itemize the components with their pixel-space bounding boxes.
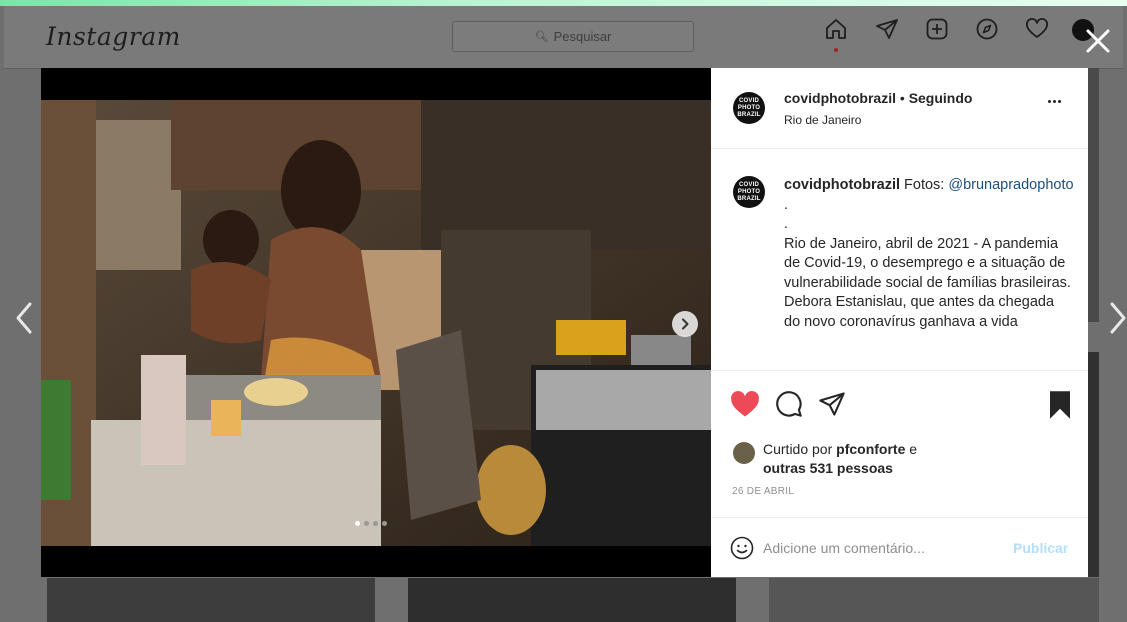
more-options-icon[interactable]	[1048, 100, 1068, 106]
close-icon[interactable]	[1083, 26, 1113, 56]
comment-bar: Adicione um comentário... Publicar	[711, 517, 1088, 578]
carousel-indicator	[355, 521, 387, 526]
likes-text: Curtido por pfconforte e outras 531 pess…	[763, 440, 1083, 478]
author-username[interactable]: covidphotobrazil	[784, 90, 896, 106]
post-date[interactable]: 26 DE ABRIL	[732, 486, 794, 497]
like-heart-icon[interactable]	[730, 390, 760, 418]
search-icon: 🔍︎	[534, 31, 549, 43]
carousel-next-button[interactable]	[672, 311, 698, 337]
instagram-logo[interactable]: Instagram	[46, 22, 181, 51]
grid-tile[interactable]	[1088, 352, 1099, 577]
post-image	[41, 100, 711, 546]
explore-icon[interactable]	[975, 17, 999, 41]
carousel-dot	[364, 521, 369, 526]
publish-button[interactable]: Publicar	[1013, 540, 1068, 556]
carousel-dot	[373, 521, 378, 526]
caption-line: .	[784, 216, 789, 232]
caption-line: .	[784, 196, 789, 213]
new-post-icon[interactable]	[925, 17, 949, 41]
likes-prefix: Curtido por	[763, 441, 837, 457]
author-line: covidphotobrazil • Seguindo	[784, 90, 972, 106]
comment-input[interactable]: Adicione um comentário...	[763, 540, 925, 556]
home-icon[interactable]	[824, 17, 848, 41]
liker-avatar[interactable]	[733, 442, 755, 464]
likes-mid: e	[905, 441, 918, 457]
liker-username[interactable]: pfconforte	[836, 441, 905, 457]
post-location[interactable]: Rio de Janeiro	[784, 113, 861, 127]
post-caption: covidphotobrazil Fotos: @brunapradophoto…	[784, 176, 1074, 370]
caption-author-avatar[interactable]: COVID PHOTO BRAZIL	[733, 176, 765, 208]
post-header: COVID PHOTO BRAZIL covidphotobrazil • Se…	[711, 68, 1088, 149]
caption-mention-link[interactable]: @brunapradophoto	[948, 177, 1073, 193]
caption-line: Debora Estanislau, que antes da chegada …	[784, 294, 1055, 330]
likes-others-link[interactable]: outras 531 pessoas	[763, 460, 893, 476]
chevron-right-small-icon	[682, 318, 689, 330]
search-placeholder: Pesquisar	[553, 29, 612, 44]
grid-tile[interactable]	[1088, 68, 1099, 322]
comment-icon[interactable]	[775, 390, 803, 418]
emoji-icon[interactable]	[730, 536, 754, 560]
chevron-left-icon[interactable]	[14, 300, 34, 336]
chevron-right-icon[interactable]	[1108, 300, 1127, 336]
follow-status-button[interactable]: Seguindo	[909, 90, 973, 106]
grid-tile[interactable]	[769, 578, 1099, 622]
top-navigation-bar: Instagram 🔍︎ Pesquisar	[4, 6, 1123, 69]
carousel-dot	[382, 521, 387, 526]
direct-icon[interactable]	[875, 17, 899, 41]
activity-heart-icon[interactable]	[1025, 17, 1049, 41]
caption-username[interactable]: covidphotobrazil	[784, 177, 900, 193]
author-avatar[interactable]: COVID PHOTO BRAZIL	[733, 92, 765, 124]
search-input[interactable]: 🔍︎ Pesquisar	[452, 21, 694, 52]
caption-intro: Fotos:	[900, 177, 949, 193]
carousel-dot-active	[355, 521, 360, 526]
caption-line: Rio de Janeiro, abril de 2021 - A pandem…	[784, 235, 1071, 291]
grid-tile[interactable]	[47, 578, 375, 622]
grid-tile[interactable]	[408, 578, 736, 622]
post-actions	[711, 370, 1088, 441]
post-details-panel: COVID PHOTO BRAZIL covidphotobrazil • Se…	[711, 68, 1088, 577]
save-bookmark-icon[interactable]	[1047, 390, 1073, 420]
header-separator: •	[899, 90, 905, 106]
share-icon[interactable]	[818, 390, 846, 418]
home-active-dot	[834, 48, 838, 52]
